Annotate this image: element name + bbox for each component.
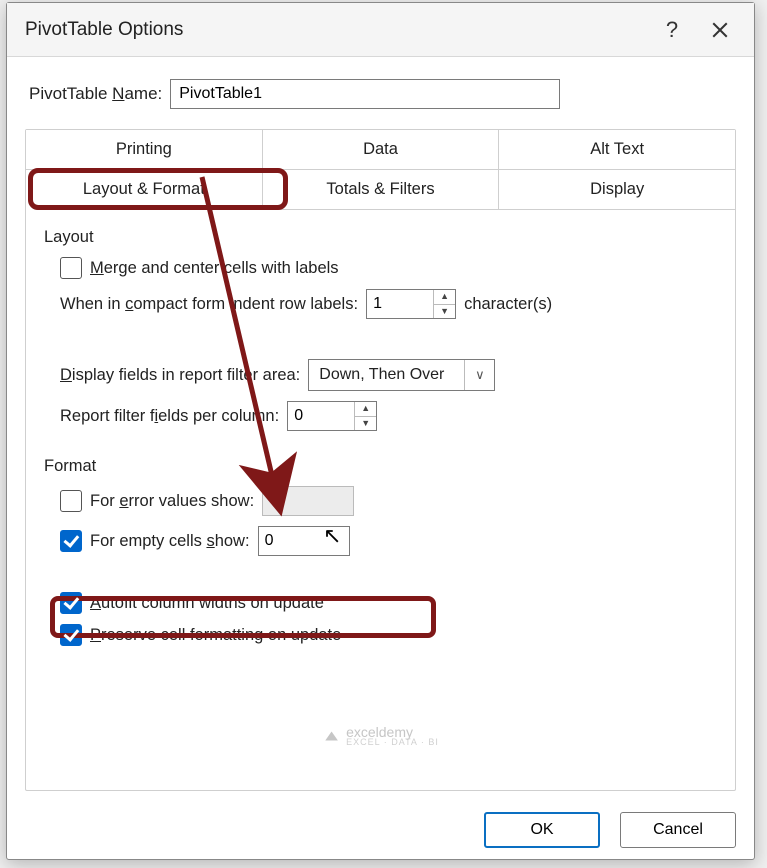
empty-cells-checkbox[interactable] [60,530,82,552]
error-values-label: For error values show: [90,492,254,511]
autofit-label: Autofit column widths on update [90,594,324,613]
error-values-input [262,486,354,516]
pivottable-options-dialog: PivotTable Options ? PivotTable Name: Pr… [6,2,755,860]
merge-cells-row: Merge and center cells with labels [60,257,719,279]
autofit-checkbox[interactable] [60,592,82,614]
spinner-icon[interactable]: ▲▼ [433,290,455,318]
dialog-footer: OK Cancel [7,801,754,859]
pivottable-name-row: PivotTable Name: [29,79,736,109]
display-fields-row: Display fields in report filter area: Do… [60,359,719,391]
compact-indent-input[interactable] [367,290,433,318]
filter-fields-stepper[interactable]: ▲▼ [287,401,377,431]
close-button[interactable] [696,7,744,53]
ok-button[interactable]: OK [484,812,600,848]
help-button[interactable]: ? [648,7,696,53]
pivottable-name-input[interactable] [170,79,560,109]
empty-cells-row: For empty cells show: [60,526,719,556]
merge-cells-label: Merge and center cells with labels [90,259,339,278]
empty-cells-input[interactable] [258,526,350,556]
tab-data[interactable]: Data [263,130,500,169]
compact-indent-label: When in compact form indent row labels: [60,295,358,314]
tab-printing[interactable]: Printing [26,130,263,169]
display-fields-select[interactable]: Down, Then Over ∨ [308,359,495,391]
merge-cells-checkbox[interactable] [60,257,82,279]
compact-indent-stepper[interactable]: ▲▼ [366,289,456,319]
section-label-format: Format [44,457,719,476]
spinner-icon[interactable]: ▲▼ [354,402,376,430]
pivottable-name-label: PivotTable Name: [29,84,162,104]
error-values-row: For error values show: [60,486,719,516]
filter-fields-label: Report filter fields per column: [60,407,279,426]
dialog-title: PivotTable Options [25,19,183,41]
autofit-row: Autofit column widths on update [60,592,719,614]
chevron-down-icon: ∨ [464,360,494,390]
tab-row-bottom: Layout & Format Totals & Filters Display [26,170,735,210]
dialog-body: PivotTable Name: Printing Data Alt Text … [7,57,754,801]
tab-layout-format[interactable]: Layout & Format [26,170,263,210]
filter-fields-row: Report filter fields per column: ▲▼ [60,401,719,431]
cancel-button[interactable]: Cancel [620,812,736,848]
display-fields-label: Display fields in report filter area: [60,366,300,385]
tabs-container: Printing Data Alt Text Layout & Format T… [25,129,736,791]
tab-totals-filters[interactable]: Totals & Filters [263,170,500,209]
display-fields-value: Down, Then Over [309,366,464,384]
filter-fields-input[interactable] [288,402,354,430]
tab-alt-text[interactable]: Alt Text [499,130,735,169]
tab-display[interactable]: Display [499,170,735,209]
preserve-checkbox[interactable] [60,624,82,646]
tab-row-top: Printing Data Alt Text [26,130,735,170]
section-label-layout: Layout [44,228,719,247]
close-icon [711,21,729,39]
preserve-label: Preserve cell formatting on update [90,626,341,645]
compact-indent-row: When in compact form indent row labels: … [60,289,719,319]
compact-indent-suffix: character(s) [464,295,552,314]
titlebar: PivotTable Options ? [7,3,754,57]
tab-content-layout-format: Layout Merge and center cells with label… [26,210,735,790]
preserve-row: Preserve cell formatting on update [60,624,719,646]
error-values-checkbox[interactable] [60,490,82,512]
empty-cells-label: For empty cells show: [90,532,250,551]
